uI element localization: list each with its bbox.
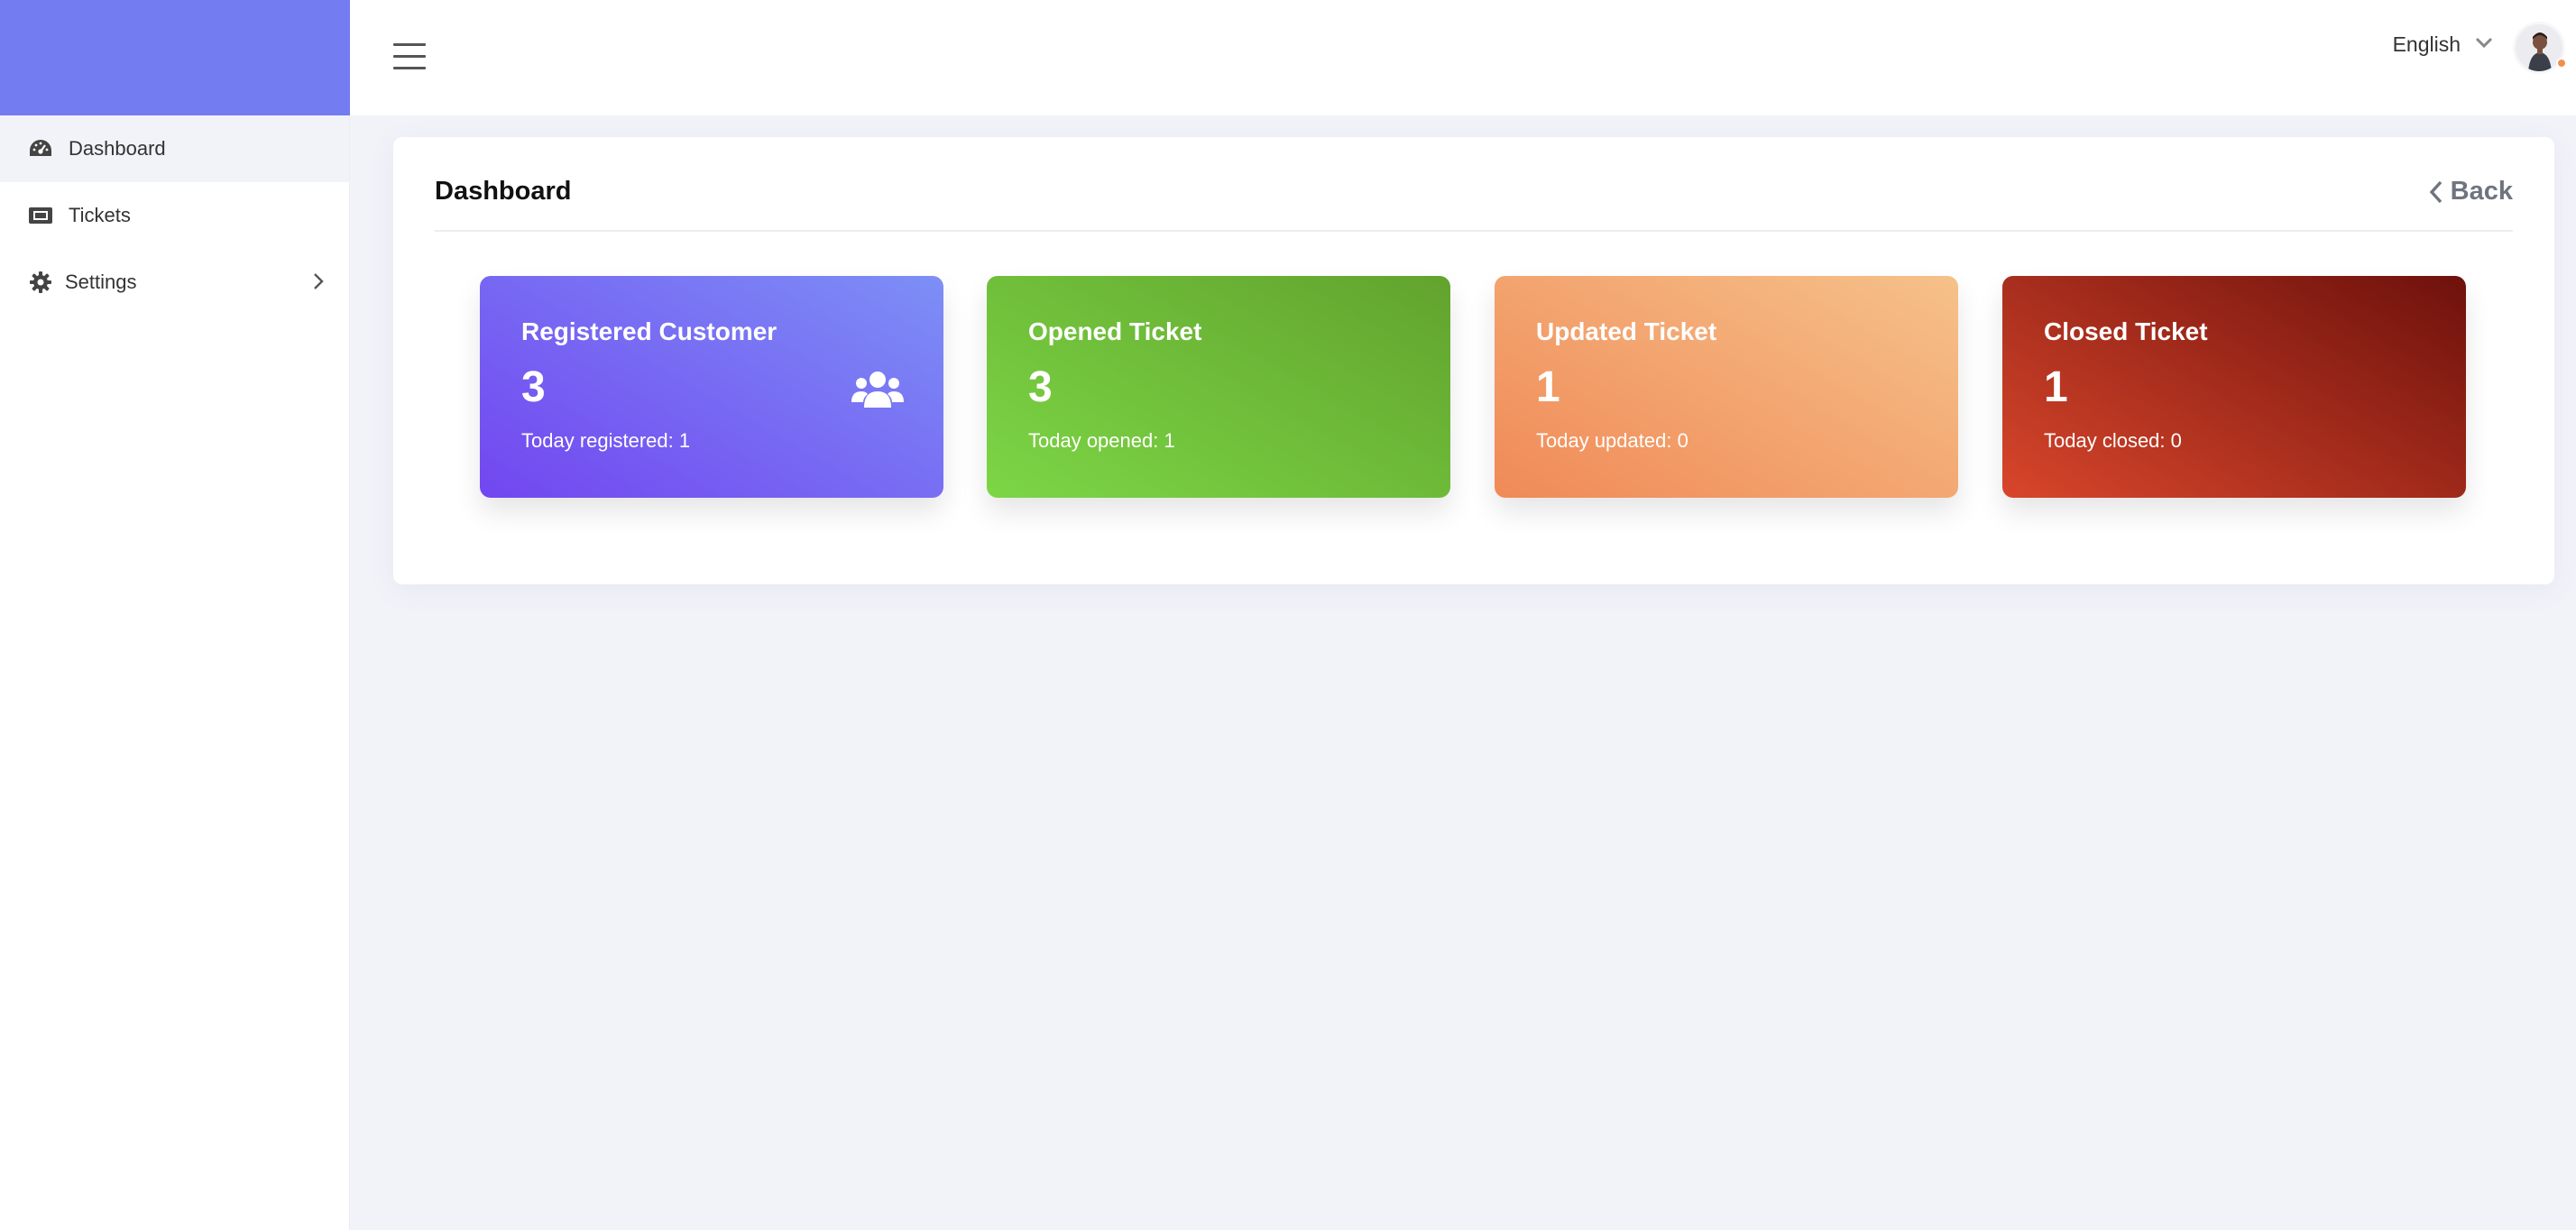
back-label: Back bbox=[2450, 177, 2513, 206]
sidebar-item-label: Tickets bbox=[69, 204, 131, 226]
sidebar-item-label: Dashboard bbox=[69, 137, 166, 160]
top-header: English bbox=[350, 0, 2576, 115]
sidebar: Dashboard Tickets Settings bbox=[0, 0, 350, 1230]
stat-subtitle: Today updated: 0 bbox=[1536, 429, 1688, 452]
divider bbox=[435, 230, 2513, 232]
gear-icon bbox=[27, 269, 54, 296]
sidebar-item-settings[interactable]: Settings bbox=[0, 249, 349, 316]
stat-subtitle: Today closed: 0 bbox=[2044, 429, 2182, 452]
language-selector[interactable]: English bbox=[2393, 32, 2493, 57]
stat-card-opened-ticket[interactable]: Opened Ticket 3 Today opened: 1 bbox=[987, 276, 1450, 498]
stat-value: 1 bbox=[1536, 363, 1560, 411]
stat-value: 3 bbox=[521, 363, 546, 411]
language-label: English bbox=[2392, 32, 2461, 56]
menu-toggle-button[interactable] bbox=[393, 43, 426, 70]
stat-title: Registered Customer bbox=[521, 317, 777, 345]
stat-card-closed-ticket[interactable]: Closed Ticket 1 Today closed: 0 bbox=[2002, 276, 2466, 498]
chevron-down-icon bbox=[2475, 31, 2493, 55]
stat-title: Closed Ticket bbox=[2044, 317, 2208, 345]
gauge-icon bbox=[27, 135, 54, 162]
status-dot bbox=[2556, 58, 2567, 69]
stat-title: Opened Ticket bbox=[1028, 317, 1202, 345]
back-button[interactable]: Back bbox=[2429, 177, 2513, 207]
stat-title: Updated Ticket bbox=[1536, 317, 1717, 345]
users-icon bbox=[851, 370, 904, 412]
sidebar-brand bbox=[0, 0, 350, 115]
sidebar-item-tickets[interactable]: Tickets bbox=[0, 182, 349, 249]
ticket-icon bbox=[27, 202, 54, 229]
stat-card-registered-customer[interactable]: Registered Customer 3 Today registered: … bbox=[480, 276, 943, 498]
dashboard-panel: Dashboard Back Registered Customer 3 Tod… bbox=[393, 137, 2554, 584]
stat-subtitle: Today registered: 1 bbox=[521, 429, 691, 452]
stat-card-updated-ticket[interactable]: Updated Ticket 1 Today updated: 0 bbox=[1495, 276, 1958, 498]
chevron-right-icon bbox=[313, 272, 324, 296]
sidebar-item-dashboard[interactable]: Dashboard bbox=[0, 115, 349, 182]
stat-value: 1 bbox=[2044, 363, 2068, 411]
stat-subtitle: Today opened: 1 bbox=[1028, 429, 1175, 452]
stat-value: 3 bbox=[1028, 363, 1053, 411]
chevron-left-icon bbox=[2429, 180, 2442, 203]
sidebar-item-label: Settings bbox=[65, 271, 137, 293]
page-title: Dashboard bbox=[435, 177, 572, 206]
